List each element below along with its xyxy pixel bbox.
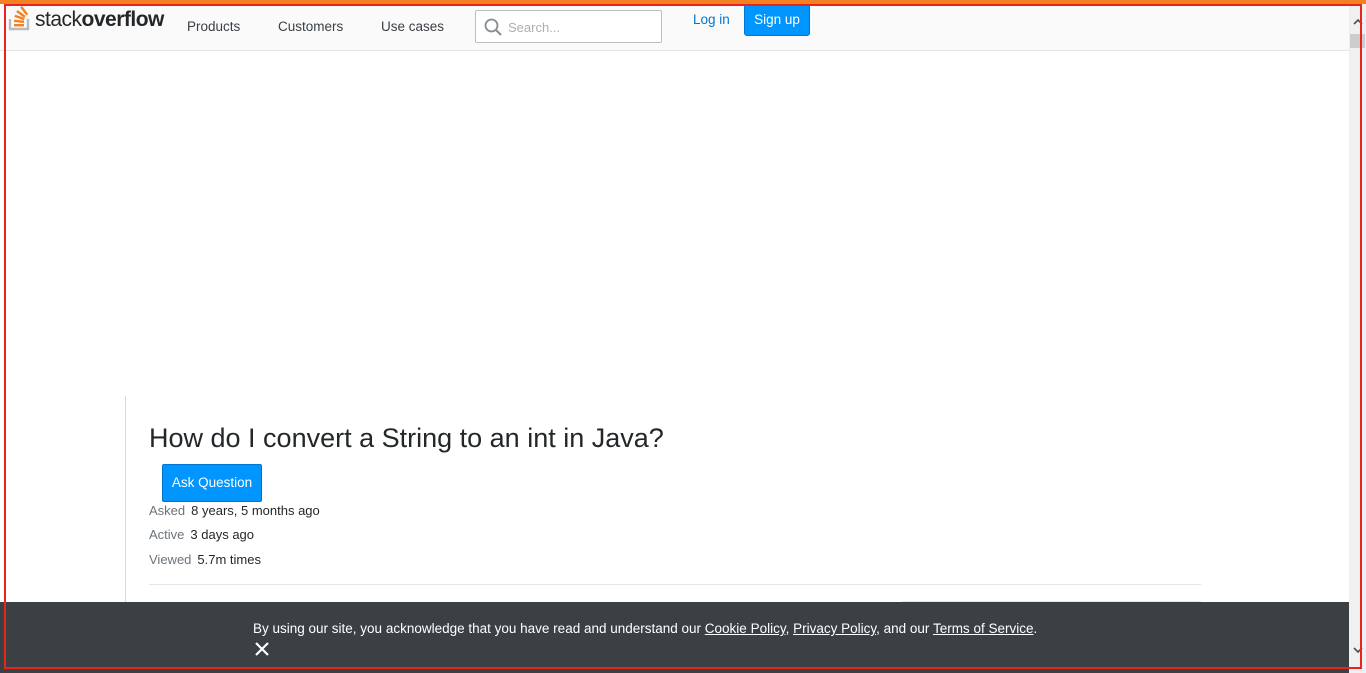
login-link[interactable]: Log in <box>693 12 730 27</box>
cookie-text-end: . <box>1033 621 1038 636</box>
asked-label: Asked <box>149 503 186 518</box>
scroll-up-arrow[interactable] <box>1349 14 1366 30</box>
viewed-value: 5.7m times <box>197 552 261 567</box>
cookie-consent-text: By using our site, you acknowledge that … <box>253 621 1037 636</box>
site-logo[interactable]: stackoverflow <box>8 5 164 31</box>
asked-value: 8 years, 5 months ago <box>191 503 320 518</box>
ask-question-button[interactable]: Ask Question <box>162 464 262 502</box>
search-box[interactable] <box>475 10 662 43</box>
vertical-scrollbar[interactable] <box>1349 4 1366 673</box>
terms-of-service-link[interactable]: Terms of Service <box>933 621 1034 636</box>
cookie-sep-2: , and our <box>876 621 933 636</box>
question-active-meta: Active 3 days ago <box>149 527 254 543</box>
search-icon <box>484 18 502 36</box>
question-asked-meta: Asked 8 years, 5 months ago <box>149 503 320 519</box>
signup-button[interactable]: Sign up <box>744 4 810 36</box>
cookie-policy-link[interactable]: Cookie Policy <box>705 621 786 636</box>
active-value[interactable]: 3 days ago <box>190 527 254 542</box>
logo-text-light: stack <box>35 8 82 31</box>
focus-outline-frame <box>4 4 1362 669</box>
top-navigation-bar: stackoverflow Products Customers Use cas… <box>0 4 1349 51</box>
scroll-down-arrow[interactable] <box>1349 642 1366 658</box>
question-title[interactable]: How do I convert a String to an int in J… <box>149 421 664 455</box>
close-icon <box>255 642 269 656</box>
chevron-down-icon <box>1352 647 1363 654</box>
scrollbar-thumb[interactable] <box>1350 34 1365 48</box>
chevron-up-icon <box>1352 18 1363 25</box>
cookie-close-button[interactable] <box>253 640 271 658</box>
nav-customers-link[interactable]: Customers <box>278 19 343 34</box>
logo-wordmark: stackoverflow <box>35 9 164 31</box>
nav-products-link[interactable]: Products <box>187 19 240 34</box>
privacy-policy-link[interactable]: Privacy Policy <box>793 621 876 636</box>
cookie-consent-banner: By using our site, you acknowledge that … <box>0 602 1349 673</box>
content-left-border <box>125 396 126 606</box>
cookie-sep-1: , <box>785 621 794 636</box>
active-label: Active <box>149 527 185 542</box>
nav-use-cases-link[interactable]: Use cases <box>381 19 444 34</box>
stackoverflow-logo-icon <box>8 5 30 31</box>
section-divider <box>149 584 1201 585</box>
cookie-text-intro: By using our site, you acknowledge that … <box>253 621 705 636</box>
question-viewed-meta: Viewed 5.7m times <box>149 552 261 568</box>
logo-text-bold: overflow <box>81 8 165 31</box>
viewed-label: Viewed <box>149 552 192 567</box>
search-input[interactable] <box>508 17 656 37</box>
